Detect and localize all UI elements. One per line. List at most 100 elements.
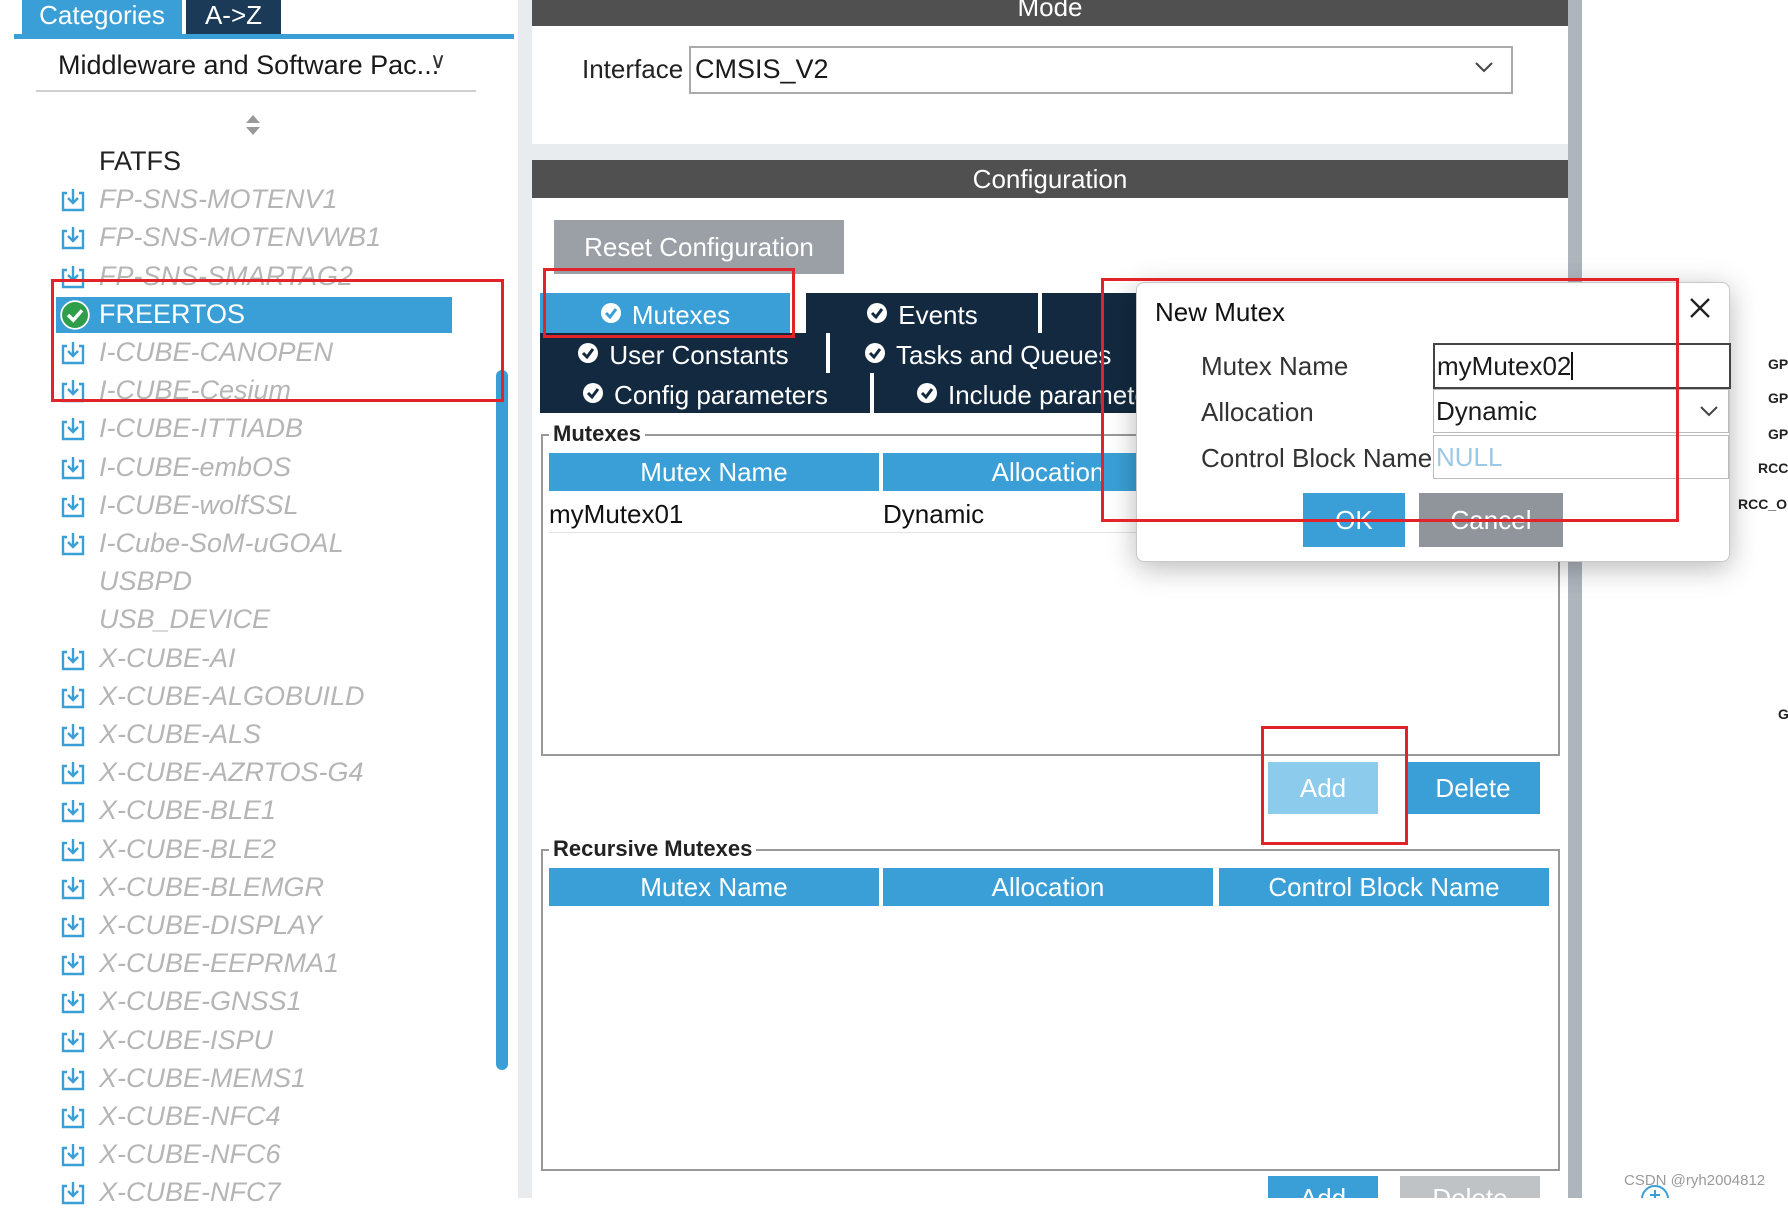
mutex-name-value: myMutex02 [1437,351,1572,381]
list-item-label: X-CUBE-ISPU [99,1024,274,1055]
list-item[interactable]: I-CUBE-Cesium [56,373,456,409]
list-item[interactable]: X-CUBE-ALS [56,717,456,753]
tab-more[interactable] [1042,293,1138,333]
list-item-label: USB_DEVICE [99,604,271,635]
list-item[interactable]: FATFS [56,144,456,180]
column-header-control-block-name[interactable]: Control Block Name [1219,868,1549,906]
list-item[interactable]: X-CUBE-EEPRMA1 [56,946,456,982]
ok-button[interactable]: OK [1303,493,1405,547]
list-item[interactable]: USBPD [56,564,456,600]
pin-label: GP [1768,426,1788,442]
list-item[interactable]: I-CUBE-embOS [56,450,456,486]
allocation-select[interactable]: Dynamic [1433,389,1729,433]
download-icon [61,724,85,747]
interface-label: Interface [582,54,684,84]
recursive-mutexes-group-title: Recursive Mutexes [549,836,757,862]
tab-events[interactable]: Events [806,293,1038,333]
check-circle-icon [60,300,90,330]
list-item[interactable]: X-CUBE-AI [56,641,456,677]
tab-include-parameters[interactable]: Include parameters [874,373,1136,413]
download-icon [61,762,85,785]
list-item-label: I-CUBE-wolfSSL [99,489,299,520]
list-item-label: I-CUBE-CANOPEN [99,337,334,367]
pin-label: G [1778,706,1788,722]
list-item-label: X-CUBE-BLE2 [99,833,277,864]
tab-config-parameters[interactable]: Config parameters [540,373,870,413]
list-item-label: I-Cube-SoM-uGOAL [99,528,344,558]
list-item[interactable]: X-CUBE-BLE2 [56,832,456,868]
list-item[interactable]: X-CUBE-BLEMGR [56,870,456,906]
allocation-select-value: Dynamic [1436,396,1538,426]
list-item[interactable]: FREERTOS [56,296,452,333]
list-item[interactable]: X-CUBE-DISPLAY [56,908,456,944]
list-item[interactable]: I-Cube-SoM-uGOAL [56,526,456,562]
scrollbar-thumb[interactable] [496,370,508,1070]
list-item[interactable]: FP-SNS-MOTENVWB1 [56,220,456,256]
list-item[interactable]: X-CUBE-AZRTOS-G4 [56,755,456,791]
download-icon [61,1182,85,1205]
close-icon[interactable] [1687,295,1713,321]
chevron-down-icon [1700,406,1718,417]
list-item[interactable]: FP-SNS-MOTENV1 [56,182,456,218]
list-item[interactable]: X-CUBE-NFC6 [56,1137,456,1173]
list-item[interactable]: X-CUBE-NFC7 [56,1175,456,1211]
control-block-name-input[interactable]: NULL [1433,435,1729,479]
list-item[interactable]: X-CUBE-GNSS1 [56,984,456,1020]
add-mutex-button[interactable]: Add [1268,762,1378,814]
list-item[interactable]: FP-SNS-SMARTAG2 [56,259,456,295]
delete-recursive-mutex-button[interactable]: Delete [1400,1176,1540,1198]
panel-divider-right[interactable] [1568,0,1582,1198]
tab-mutexes[interactable]: Mutexes [540,293,790,333]
zoom-in-icon[interactable] [1640,1184,1670,1198]
list-item-label: I-CUBE-Cesium [99,375,292,406]
chevron-down-icon [1475,62,1493,73]
list-item[interactable]: X-CUBE-ISPU [56,1023,456,1059]
list-item-label: X-CUBE-DISPLAY [99,910,323,940]
list-item-label: I-CUBE-embOS [99,451,292,482]
check-circle-icon [583,383,604,404]
check-circle-icon [917,383,937,404]
list-item[interactable]: USB_DEVICE [56,602,456,638]
list-item[interactable]: X-CUBE-ALGOBUILD [56,679,456,715]
list-item-label: FP-SNS-MOTENVWB1 [99,222,382,253]
list-item[interactable]: I-CUBE-ITTIADB [56,411,456,447]
column-header-mutex-name[interactable]: Mutex Name [549,868,879,906]
list-item[interactable]: X-CUBE-BLE1 [56,793,456,829]
category-select[interactable]: Middleware and Software Pac... ∨ [36,46,476,92]
list-item-label: X-CUBE-AI [99,642,236,673]
sort-icon[interactable] [244,113,262,137]
new-mutex-dialog: New Mutex Mutex Name myMutex02 Allocatio… [1136,282,1731,562]
left-panel: Categories A->Z Middleware and Software … [0,0,518,1207]
mutex-name-input[interactable]: myMutex02 [1433,343,1731,389]
tab-categories[interactable]: Categories [22,0,182,36]
chevron-down-icon: ∨ [430,48,447,73]
mutexes-group-title: Mutexes [549,421,646,447]
list-item[interactable]: X-CUBE-MEMS1 [56,1061,456,1097]
list-item-label: FP-SNS-SMARTAG2 [99,260,354,291]
mode-title: Mode [1017,0,1083,22]
list-item-label: X-CUBE-BLEMGR [99,871,325,902]
tab-tasks-and-queues-label: Tasks and Queues [896,340,1112,371]
interface-select[interactable]: CMSIS_V2 [689,46,1513,94]
download-icon [61,533,85,556]
download-icon [61,838,85,861]
allocation-label: Allocation [1201,397,1314,427]
tab-user-constants[interactable]: User Constants [540,333,826,373]
tab-a-to-z[interactable]: A->Z [186,0,281,36]
tab-tasks-and-queues[interactable]: Tasks and Queues [830,333,1136,373]
column-header-allocation[interactable]: Allocation [883,868,1213,906]
control-block-name-label: Control Block Name [1201,443,1433,473]
list-item-label: X-CUBE-NFC7 [99,1177,281,1208]
column-header-mutex-name[interactable]: Mutex Name [549,453,879,491]
delete-mutex-button[interactable]: Delete [1406,762,1540,814]
list-item[interactable]: I-CUBE-CANOPEN [56,335,456,371]
cell-mutex-name: myMutex01 [549,499,684,529]
pin-label: GP [1768,390,1788,406]
list-item-label: X-CUBE-BLE1 [99,795,277,826]
add-recursive-mutex-button[interactable]: Add [1268,1176,1378,1198]
pin-label: RCC [1758,460,1788,476]
reset-configuration-button[interactable]: Reset Configuration [554,220,844,274]
list-item[interactable]: I-CUBE-wolfSSL [56,488,456,524]
list-item[interactable]: X-CUBE-NFC4 [56,1099,456,1135]
cancel-button[interactable]: Cancel [1419,493,1563,547]
